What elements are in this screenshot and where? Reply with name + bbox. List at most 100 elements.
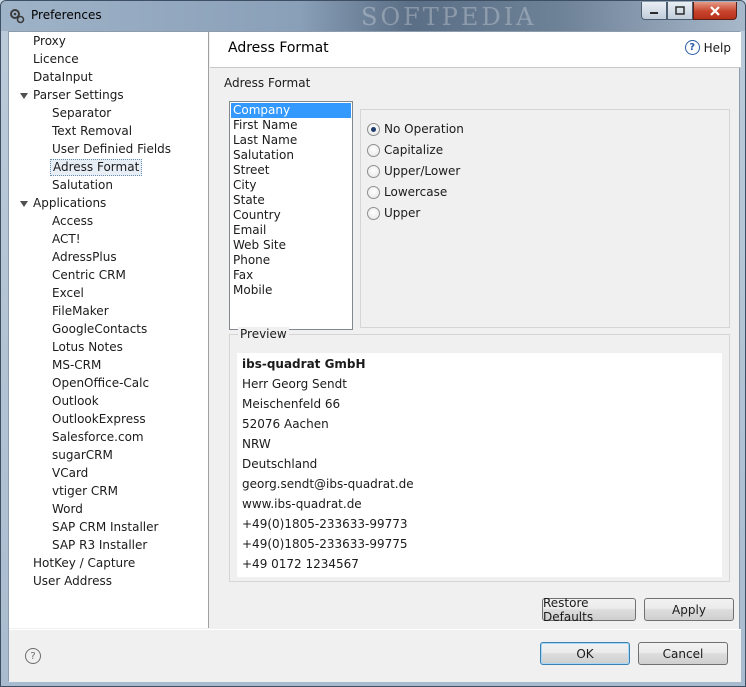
field-list-item[interactable]: State [231,193,351,208]
nav-item[interactable]: Excel [50,285,86,302]
preview-line: www.ibs-quadrat.de [242,497,362,511]
window-title: Preferences [31,8,102,22]
section-label: Adress Format [224,76,311,90]
field-list[interactable]: Company First Name Last Name Salutation Stre… [229,101,353,330]
nav-item[interactable]: Proxy [31,33,68,50]
restore-defaults-button[interactable]: Restore Defaults [542,596,636,624]
preview-line: Deutschland [242,457,318,471]
field-list-item[interactable]: City [231,178,351,193]
operation-radio-group: No Operation Capitalize Upper/Lower Lowerca… [360,109,730,328]
field-list-item[interactable]: Country [231,208,351,223]
nav-item[interactable]: MS-CRM [50,357,103,374]
help-label: Help [703,40,731,55]
nav-item[interactable]: Lotus Notes [50,339,125,356]
radio-button[interactable] [367,122,380,136]
field-list-item[interactable]: Phone [231,253,351,268]
preferences-tree[interactable]: Proxy Licence DataInput Parser Settings Sepa… [9,32,209,628]
nav-item[interactable]: Outlook [50,393,101,410]
preview-line: Herr Georg Sendt [242,377,347,391]
radio-label: Capitalize [384,143,444,157]
maximize-button[interactable] [667,2,693,20]
field-list-item[interactable]: Web Site [231,238,351,253]
nav-item[interactable]: FileMaker [50,303,111,320]
nav-item[interactable]: Salutation [50,177,115,194]
expand-triangle-icon[interactable] [20,201,28,207]
nav-item[interactable]: User Definied Fields [50,141,173,158]
nav-item[interactable]: VCard [50,465,90,482]
minimize-button[interactable] [641,2,667,20]
nav-item[interactable]: Parser Settings [31,87,126,104]
nav-item[interactable]: GoogleContacts [50,321,149,338]
help-link[interactable]: ? Help [684,40,731,55]
operation-radio[interactable]: No Operation [367,121,464,137]
preview-line: +49(0)1805-233633-99773 [242,517,408,531]
help-icon[interactable]: ? [25,648,41,664]
nav-item[interactable]: Separator [50,105,113,122]
preview-box: ibs-quadrat GmbH Herr Georg Sendt Meischen… [237,353,722,577]
nav-item[interactable]: sugarCRM [50,447,115,464]
field-list-item[interactable]: Email [231,223,351,238]
preview-line: georg.sendt@ibs-quadrat.de [242,477,414,491]
page-header: Adress Format ? Help [210,32,741,68]
nav-item[interactable]: Applications [31,195,108,212]
radio-label: Upper/Lower [384,164,461,178]
preview-line: +49(0)1805-233633-99775 [242,537,408,551]
nav-item[interactable]: Adress Format [50,159,143,176]
nav-item[interactable]: Centric CRM [50,267,128,284]
ok-button[interactable]: OK [540,642,630,665]
help-circle-icon: ? [684,40,700,55]
operation-radio[interactable]: Upper/Lower [367,163,460,179]
preference-page: Adress Format ? Help Adress Format Compa… [210,32,741,628]
nav-item[interactable]: vtiger CRM [50,483,120,500]
nav-item[interactable]: ACT! [50,231,83,248]
maximize-icon [675,6,685,15]
radio-label: No Operation [384,122,464,136]
nav-item[interactable]: Licence [31,51,81,68]
field-list-item[interactable]: Last Name [231,133,351,148]
preview-label: Preview [238,327,289,341]
preview-line: ibs-quadrat GmbH [242,357,366,371]
close-icon [710,5,720,16]
dialog-client-area: Proxy Licence DataInput Parser Settings Sepa… [8,31,741,682]
nav-item[interactable]: Salesforce.com [50,429,146,446]
field-list-item[interactable]: Company [231,103,351,118]
radio-button[interactable] [367,164,380,178]
nav-item[interactable]: Text Removal [50,123,134,140]
apply-button[interactable]: Apply [644,598,734,621]
preview-line: +49 0172 1234567 [242,557,359,571]
nav-item[interactable]: DataInput [31,69,95,86]
gears-icon [10,9,25,24]
nav-item[interactable]: User Address [31,573,114,590]
nav-item[interactable]: OpenOffice-Calc [50,375,151,392]
field-list-item[interactable]: Fax [231,268,351,283]
preview-line: NRW [242,437,271,451]
field-list-item[interactable]: Salutation [231,148,351,163]
preview-line: Meischenfeld 66 [242,397,341,411]
operation-radio[interactable]: Capitalize [367,142,443,158]
nav-item[interactable]: Access [50,213,95,230]
nav-item[interactable]: OutlookExpress [50,411,148,428]
radio-button[interactable] [367,143,380,157]
dialog-footer: ? OK Cancel [9,629,741,682]
operation-radio[interactable]: Lowercase [367,184,447,200]
field-list-item[interactable]: First Name [231,118,351,133]
preview-group: Preview ibs-quadrat GmbH Herr Georg Sendt… [229,327,730,582]
field-list-item[interactable]: Mobile [231,283,351,298]
operation-radio[interactable]: Upper [367,205,420,221]
preferences-window: Preferences SOFTPEDIA Proxy Licence DataIn… [0,0,746,687]
nav-item[interactable]: Word [50,501,85,518]
nav-item[interactable]: SAP CRM Installer [50,519,160,536]
nav-item[interactable]: HotKey / Capture [31,555,137,572]
radio-label: Lowercase [384,185,448,199]
title-bar[interactable]: Preferences SOFTPEDIA [1,1,745,31]
field-list-item[interactable]: Street [231,163,351,178]
cancel-button[interactable]: Cancel [638,642,728,665]
nav-item[interactable]: SAP R3 Installer [50,537,149,554]
radio-button[interactable] [367,206,380,220]
preview-line: 52076 Aachen [242,417,329,431]
watermark: SOFTPEDIA [361,3,537,31]
nav-item[interactable]: AdressPlus [50,249,119,266]
expand-triangle-icon[interactable] [20,93,28,99]
radio-button[interactable] [367,185,380,199]
close-button[interactable] [693,2,737,20]
